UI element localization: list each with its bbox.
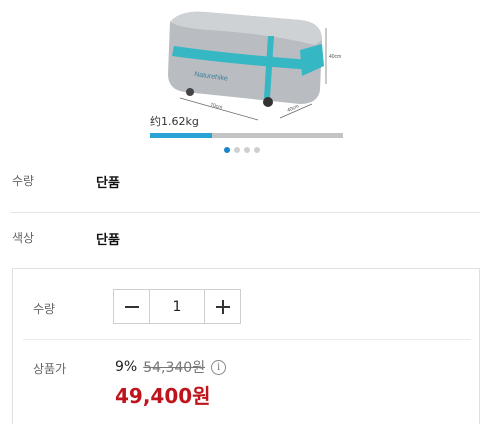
color-row: 색상 단품 <box>0 229 480 269</box>
price-label: 상품가 <box>33 362 67 376</box>
carousel-dot[interactable] <box>254 147 260 153</box>
color-row-label: 색상 <box>12 231 35 245</box>
carousel-dot[interactable] <box>244 147 250 153</box>
product-image[interactable]: Naturehike 70cm 40cm 40cm <box>150 0 350 126</box>
price-line: 9% 54,340원 i <box>115 357 227 377</box>
carousel-dot[interactable] <box>224 147 230 153</box>
dim-width-text: 70cm <box>210 102 223 111</box>
carousel-dot[interactable] <box>234 147 240 153</box>
carousel-dots <box>224 147 260 153</box>
dim-height-text: 40cm <box>329 54 341 60</box>
quantity-row-label: 수량 <box>12 174 35 188</box>
quantity-input[interactable]: 1 <box>150 290 204 323</box>
quantity-minus-button[interactable] <box>114 290 150 323</box>
quantity-row: 수량 단품 <box>0 172 480 212</box>
minus-icon <box>124 305 139 308</box>
plus-icon <box>215 299 230 314</box>
option-box: 수량 1 상품가 9% 54,340원 i 49,400원 <box>12 268 480 424</box>
original-price: 54,340원 <box>143 360 206 376</box>
quantity-stepper: 1 <box>113 289 241 324</box>
info-icon[interactable]: i <box>211 359 227 375</box>
discount-rate: 9% <box>115 359 138 375</box>
weight-bar <box>150 133 343 138</box>
row-divider <box>10 212 480 213</box>
weight-bar-fill <box>150 133 212 138</box>
weight-label: 约1.62kg <box>150 115 199 128</box>
final-price: 49,400원 <box>115 384 211 408</box>
option-quantity-label: 수량 <box>33 302 56 316</box>
color-row-value: 단품 <box>96 233 120 248</box>
option-divider <box>23 339 471 340</box>
quantity-plus-button[interactable] <box>204 290 240 323</box>
quantity-row-value: 단품 <box>96 176 120 191</box>
duffel-bag-illustration: Naturehike 70cm 40cm 40cm <box>168 11 341 121</box>
